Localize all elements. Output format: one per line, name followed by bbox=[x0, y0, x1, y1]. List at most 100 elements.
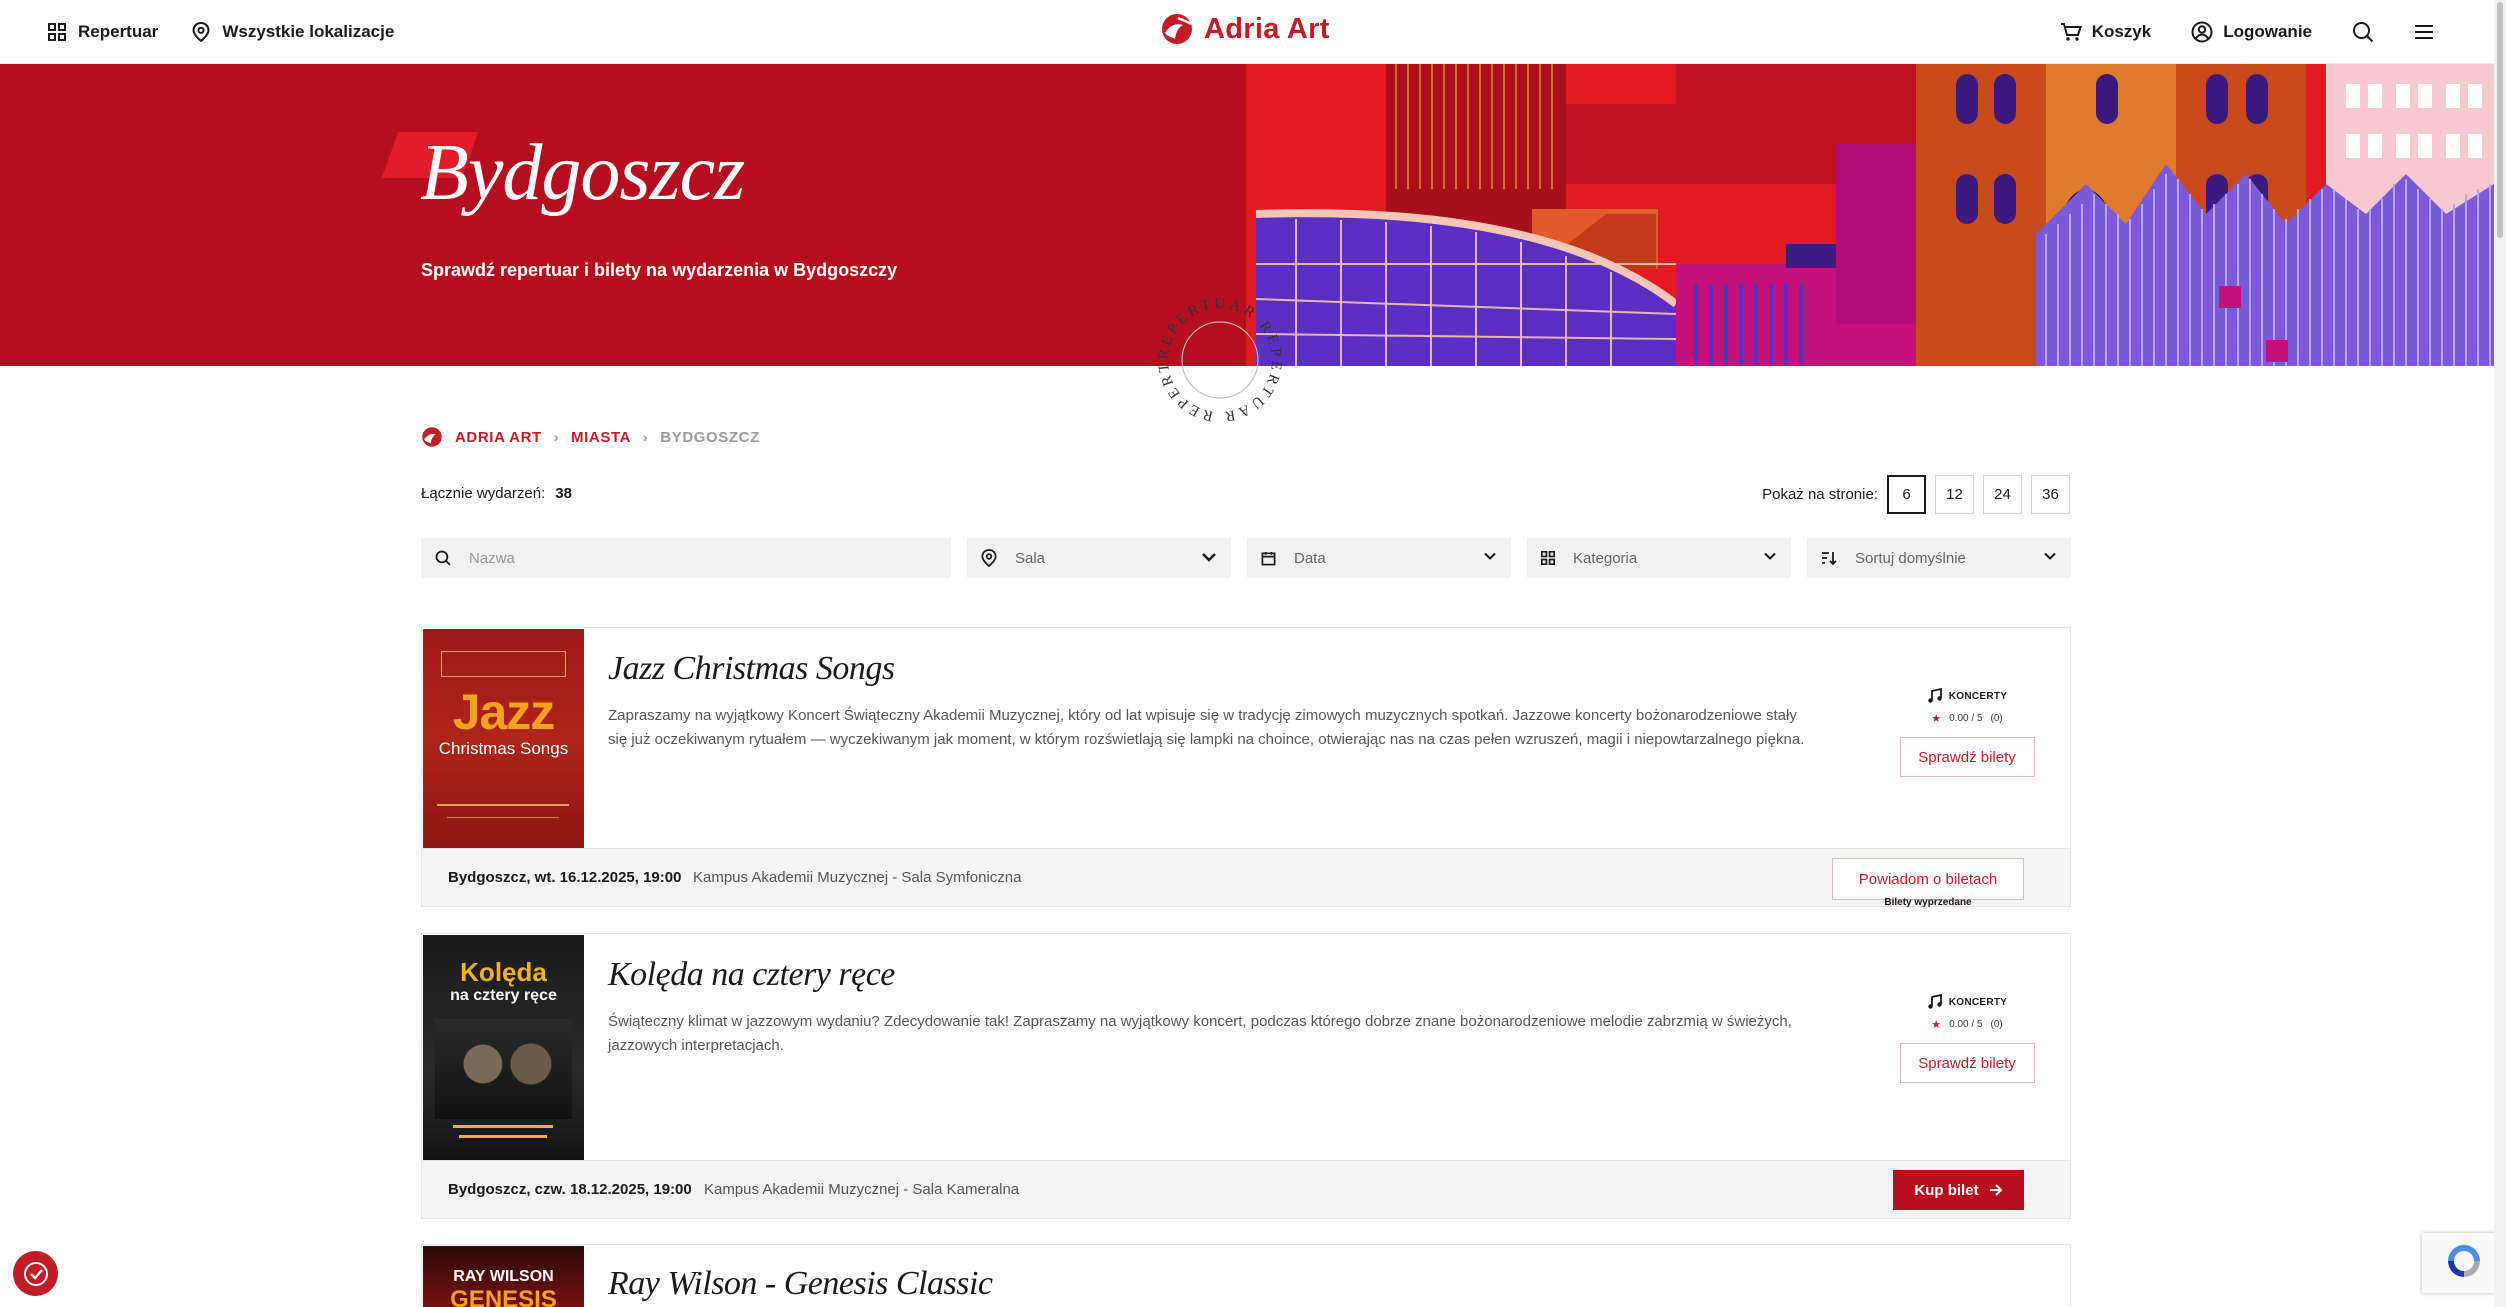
event-description: Zapraszamy na wyjątkowy Koncert Świątecz… bbox=[608, 707, 1805, 748]
event-date: Bydgoszcz, wt. 16.12.2025, 19:00 bbox=[448, 869, 682, 886]
poster-small-text: na cztery ręce bbox=[450, 987, 557, 1004]
breadcrumb-separator-icon: › bbox=[553, 429, 560, 445]
poster-photo bbox=[435, 1019, 572, 1119]
buy-ticket-button[interactable]: Kup bilet bbox=[1893, 1170, 2024, 1210]
page-scrollbar[interactable] bbox=[2494, 0, 2506, 1307]
sort-icon bbox=[1822, 552, 1837, 565]
breadcrumb-home[interactable]: ADRIA ART bbox=[455, 429, 542, 446]
filters-bar: Nazwa Sala Data Kategoria Sortuj domyśln… bbox=[421, 538, 2071, 578]
event-schedule-row: Bydgoszcz, wt. 16.12.2025, 19:00 Kampus … bbox=[422, 848, 2070, 908]
repertuar-link[interactable]: Repertuar bbox=[48, 22, 158, 42]
cart-label: Koszyk bbox=[2091, 22, 2152, 41]
event-rating-value: 0.00 / 5 bbox=[1949, 713, 1983, 724]
cart-icon bbox=[2060, 23, 2082, 41]
event-category: KONCERTY bbox=[1927, 688, 2008, 704]
event-date: Bydgoszcz, czw. 18.12.2025, 19:00 bbox=[448, 1181, 692, 1198]
adria-logo-icon bbox=[1162, 14, 1192, 44]
event-title[interactable]: Jazz Christmas Songs bbox=[608, 650, 895, 688]
locations-link[interactable]: Wszystkie lokalizacje bbox=[192, 22, 394, 42]
event-rating-count: (0) bbox=[1990, 1019, 2003, 1030]
breadcrumb: ADRIA ART › MIASTA › BYDGOSZCZ bbox=[421, 426, 760, 448]
scrollbar-thumb[interactable] bbox=[2497, 2, 2503, 238]
event-rating: ★ 0.00 / 5 (0) bbox=[1931, 1018, 2002, 1031]
event-venue: Kampus Akademii Muzycznej - Sala Kameral… bbox=[704, 1181, 1020, 1198]
chevron-down-icon bbox=[1202, 553, 1216, 562]
event-venue: Kampus Akademii Muzycznej - Sala Symfoni… bbox=[693, 869, 1022, 886]
locations-label: Wszystkie lokalizacje bbox=[222, 22, 395, 41]
poster-divider bbox=[447, 817, 559, 818]
page-size-6[interactable]: 6 bbox=[1887, 475, 1926, 514]
event-card: RAY WILSON GENESIS Ray Wilson - Genesis … bbox=[421, 1244, 2071, 1307]
check-tickets-button[interactable]: Sprawdź bilety bbox=[1899, 1043, 2035, 1083]
calendar-icon bbox=[1261, 551, 1276, 565]
header-left-nav: Repertuar Wszystkie lokalizacje bbox=[48, 0, 394, 64]
cookie-settings-button[interactable] bbox=[13, 1251, 58, 1296]
sort-dropdown[interactable]: Sortuj domyślnie bbox=[1807, 538, 2071, 578]
event-title[interactable]: Kolęda na cztery ręce bbox=[608, 956, 895, 994]
search-input[interactable]: Nazwa bbox=[421, 538, 951, 578]
poster-divider bbox=[459, 1135, 547, 1138]
site-header: Repertuar Wszystkie lokalizacje Adria Ar… bbox=[0, 0, 2494, 64]
category-dropdown[interactable]: Kategoria bbox=[1527, 538, 1791, 578]
breadcrumb-cities[interactable]: MIASTA bbox=[571, 429, 631, 446]
event-card: Jazz Christmas Songs Jazz Christmas Song… bbox=[421, 627, 2071, 908]
menu-button[interactable] bbox=[2414, 24, 2434, 40]
event-schedule-row: Bydgoszcz, czw. 18.12.2025, 19:00 Kampus… bbox=[422, 1160, 2070, 1218]
hamburger-menu-icon bbox=[2415, 25, 2433, 39]
event-poster[interactable]: Jazz Christmas Songs bbox=[423, 629, 584, 848]
page-size-36[interactable]: 36 bbox=[2031, 475, 2070, 514]
event-title[interactable]: Ray Wilson - Genesis Classic bbox=[608, 1265, 993, 1303]
page-size-label: Pokaż na stronie: bbox=[1762, 486, 1878, 503]
date-dropdown[interactable]: Data bbox=[1247, 538, 1511, 578]
event-side-panel: KONCERTY ★ 0.00 / 5 (0) Sprawdź bilety bbox=[1892, 688, 2042, 777]
star-icon: ★ bbox=[1931, 713, 1942, 725]
page-size-24[interactable]: 24 bbox=[1983, 475, 2022, 514]
poster-big-text: Kolęda bbox=[460, 957, 547, 987]
svg-text:REPERTUAR REPERTUAR REPERTUAR: REPERTUAR REPERTUAR REPERTUAR bbox=[1150, 290, 1284, 424]
music-note-icon bbox=[1928, 994, 1942, 1009]
event-card-body: Jazz Christmas Songs Jazz Christmas Song… bbox=[422, 628, 2070, 848]
adria-logo-small-icon bbox=[422, 427, 442, 447]
logo-text: Adria Art bbox=[1204, 12, 1330, 45]
grid-icon bbox=[1541, 551, 1555, 565]
cart-button[interactable]: Koszyk bbox=[2060, 22, 2152, 42]
page-size-selector: Pokaż na stronie: 6 12 24 36 bbox=[1762, 475, 2070, 514]
events-total: Łącznie wydarzeń: 38 bbox=[421, 485, 572, 502]
event-poster[interactable]: RAY WILSON GENESIS bbox=[423, 1246, 584, 1307]
login-button[interactable]: Logowanie bbox=[2191, 21, 2312, 43]
search-button[interactable] bbox=[2352, 21, 2374, 43]
category-label: Kategoria bbox=[1573, 549, 1638, 567]
check-tickets-button[interactable]: Sprawdź bilety bbox=[1899, 737, 2035, 777]
login-label: Logowanie bbox=[2223, 22, 2312, 41]
event-card: Kolęda na cztery ręce Kolęda na cztery r… bbox=[421, 933, 2071, 1219]
page-size-12[interactable]: 12 bbox=[1935, 475, 1974, 514]
header-right-nav: Koszyk Logowanie bbox=[2060, 0, 2434, 64]
poster-big-text: RAY WILSON bbox=[453, 1268, 554, 1285]
chevron-down-icon bbox=[1764, 552, 1776, 560]
event-rating-value: 0.00 / 5 bbox=[1949, 1019, 1983, 1030]
sala-dropdown[interactable]: Sala bbox=[967, 538, 1231, 578]
sold-out-label: Bilety wyprzedane bbox=[1884, 897, 1972, 908]
hero-title-block: Bydgoszcz bbox=[381, 128, 745, 219]
poster-divider bbox=[437, 804, 569, 806]
event-category: KONCERTY bbox=[1927, 994, 2008, 1010]
location-pin-icon bbox=[192, 22, 210, 42]
hero-title: Bydgoszcz bbox=[420, 129, 745, 217]
chevron-down-icon bbox=[1484, 552, 1496, 560]
poster-small-text: Christmas Songs bbox=[438, 739, 569, 758]
notify-tickets-button[interactable]: Powiadom o biletach bbox=[1832, 858, 2024, 900]
grid-icon bbox=[48, 23, 66, 41]
repertuar-stamp: REPERTUAR REPERTUAR REPERTUAR bbox=[1150, 290, 1284, 424]
location-pin-icon bbox=[981, 549, 997, 567]
poster-divider bbox=[453, 1125, 553, 1128]
user-icon bbox=[2191, 21, 2213, 43]
poster-big-text: Jazz bbox=[452, 684, 556, 740]
buy-ticket-label: Kup bilet bbox=[1914, 1181, 1979, 1199]
event-poster[interactable]: Kolęda na cztery ręce bbox=[423, 935, 584, 1160]
search-placeholder: Nazwa bbox=[469, 549, 515, 567]
chevron-down-icon bbox=[2044, 552, 2056, 560]
repertuar-label: Repertuar bbox=[78, 22, 159, 41]
event-description: Świąteczny klimat w jazzowym wydaniu? Zd… bbox=[608, 1013, 1792, 1054]
site-logo[interactable]: Adria Art bbox=[1160, 12, 1330, 46]
sala-label: Sala bbox=[1015, 549, 1046, 567]
